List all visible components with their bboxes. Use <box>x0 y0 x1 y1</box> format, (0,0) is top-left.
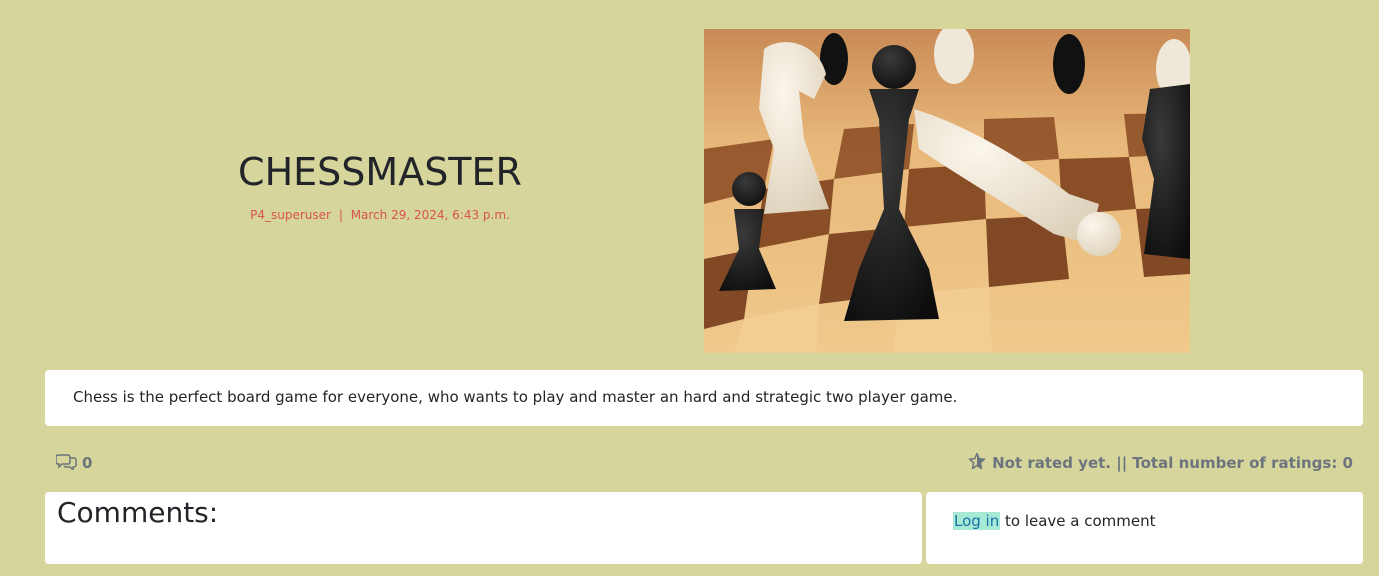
rating-text: Not rated yet. || Total number of rating… <box>992 454 1353 472</box>
login-prompt-card: Log in to leave a comment <box>926 492 1363 564</box>
chess-board-image <box>704 29 1190 353</box>
post-content: Chess is the perfect board game for ever… <box>73 388 958 406</box>
post-image <box>704 29 1190 353</box>
comments-heading: Comments: <box>57 496 219 529</box>
meta-separator: | <box>338 208 343 222</box>
comments-icon <box>55 452 78 474</box>
post-content-card: Chess is the perfect board game for ever… <box>45 370 1363 426</box>
login-link[interactable]: Log in <box>953 512 1001 530</box>
post-title: CHESSMASTER <box>238 150 522 194</box>
post-date: March 29, 2024, 6:43 p.m. <box>350 208 510 222</box>
post-hero: CHESSMASTER P4_superuser | March 29, 202… <box>0 0 1379 360</box>
post-author: P4_superuser <box>250 208 331 222</box>
login-suffix: to leave a comment <box>1000 512 1156 530</box>
rating-summary: Not rated yet. || Total number of rating… <box>968 452 1353 474</box>
post-meta: P4_superuser | March 29, 2024, 6:43 p.m. <box>100 208 660 222</box>
comment-count-value: 0 <box>82 454 93 472</box>
title-block: CHESSMASTER P4_superuser | March 29, 202… <box>100 150 660 222</box>
comment-count: 0 <box>55 452 93 474</box>
post-stats: 0 Not rated yet. || Total number of rati… <box>55 452 1353 476</box>
comments-card: Comments: <box>45 492 922 564</box>
star-icon <box>968 452 986 474</box>
